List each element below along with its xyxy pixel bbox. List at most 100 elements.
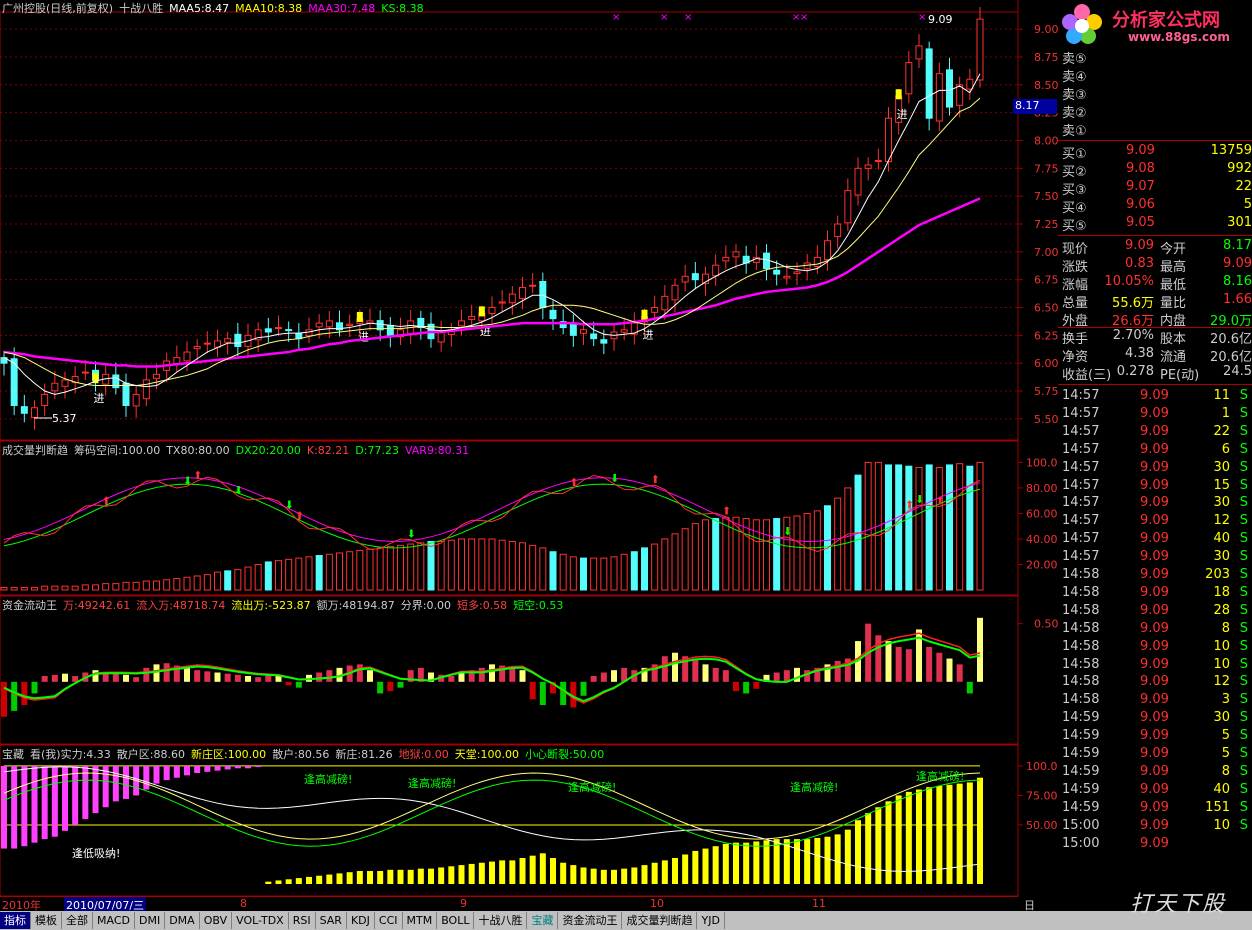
tick-side: S: [1239, 710, 1248, 726]
quote-row: 卖③: [1062, 84, 1252, 103]
dealer-bar: [550, 858, 556, 884]
quote-row: 14:59 9.09 40 S: [1062, 782, 1252, 800]
top-marker: ×: [918, 12, 926, 23]
buy-level-label: 买⑤: [1062, 219, 1087, 234]
tab-OBV[interactable]: OBV: [200, 912, 233, 929]
dealer-bar: [641, 865, 648, 884]
quote-value: 4.38: [1125, 346, 1154, 361]
tab-BOLL[interactable]: BOLL: [437, 912, 475, 929]
dealer-bar: [489, 861, 495, 884]
month-label: 8: [240, 897, 247, 910]
volume-bar-up: [956, 463, 964, 591]
y-tick-label: 40.00: [1026, 533, 1058, 546]
dealer-bar: [712, 846, 719, 884]
tab-VOL-TDX[interactable]: VOL-TDX: [232, 912, 289, 929]
signal-annotation: 逢高减磅!: [790, 780, 838, 794]
quote-row: 14:58 9.09 203 S: [1062, 567, 1252, 585]
tab-KDJ[interactable]: KDJ: [347, 912, 375, 929]
dealer-bar: [326, 874, 333, 884]
candle-down: [234, 333, 242, 347]
buy-signal-label: 进: [897, 108, 908, 121]
candle-down: [946, 69, 953, 108]
inflow-bar: [977, 617, 983, 682]
volume-bar-up: [346, 551, 354, 591]
tick-price: 9.09: [1140, 763, 1169, 779]
tab-成交量判断趋[interactable]: 成交量判断趋: [622, 912, 698, 929]
tick-time: 15:00: [1062, 835, 1100, 851]
y-tick-label: 20.00: [1026, 558, 1058, 571]
tab-DMI[interactable]: DMI: [135, 912, 166, 929]
buy-volume: 5: [1243, 197, 1252, 212]
tab-SAR[interactable]: SAR: [316, 912, 347, 929]
dealer-bar: [834, 834, 841, 884]
tab-十战八胜[interactable]: 十战八胜: [474, 912, 528, 929]
volume-bar-up: [244, 566, 252, 591]
volume-bar-up: [691, 523, 699, 591]
tab-YJD[interactable]: YJD: [697, 912, 725, 929]
tab-全部[interactable]: 全部: [62, 912, 93, 929]
inflow-bar: [204, 671, 211, 682]
y-tick-label: 7.50: [1034, 190, 1058, 203]
buy-volume: 301: [1227, 215, 1252, 230]
candle-up: [61, 379, 69, 387]
inflow-bar: [255, 677, 262, 682]
quote-row: 涨跌 0.83 最高 9.09: [1062, 256, 1252, 275]
volume-bar-up: [468, 538, 476, 591]
tab-资金流动王[interactable]: 资金流动王: [558, 912, 623, 929]
indicator-value: 小心断裂:50.00: [525, 748, 605, 761]
quote-row: 15:00 9.09 10 S: [1062, 818, 1252, 836]
tab-模板[interactable]: 模板: [31, 912, 62, 929]
candle-up: [31, 407, 38, 418]
volume-bar-up: [92, 584, 99, 591]
tab-RSI[interactable]: RSI: [289, 912, 316, 929]
outflow-bar: [539, 681, 546, 706]
inflow-bar: [224, 673, 231, 682]
tab-指标[interactable]: 指标: [0, 912, 31, 929]
tab-MACD[interactable]: MACD: [93, 912, 135, 929]
volume-bar-down: [264, 561, 272, 591]
tab-DMA[interactable]: DMA: [165, 912, 200, 929]
candle-up: [966, 78, 974, 90]
candle-up: [41, 393, 49, 407]
tick-price: 9.09: [1140, 835, 1169, 851]
quote-value: 0.83: [1125, 256, 1154, 271]
tick-side: S: [1239, 674, 1248, 690]
dealer-bar: [885, 801, 892, 884]
volume-bar-up: [478, 538, 486, 591]
buy-volume: 13759: [1210, 143, 1252, 158]
volume-bar-up: [407, 543, 415, 591]
tab-MTM[interactable]: MTM: [403, 912, 438, 929]
tick-side: S: [1239, 567, 1248, 582]
quote-value: 2.70%: [1112, 328, 1154, 343]
tick-side: S: [1239, 746, 1248, 761]
dealer-bar: [926, 787, 933, 884]
tab-宝藏[interactable]: 宝藏: [527, 912, 559, 929]
dealer-bar: [814, 837, 821, 884]
tick-volume: 1: [1221, 405, 1230, 421]
tick-side: S: [1239, 513, 1248, 529]
tick-price: 9.09: [1140, 656, 1169, 672]
volume-bar-up: [763, 519, 770, 591]
up-arrow-icon: ⬆: [722, 505, 731, 518]
tick-volume: 40: [1213, 781, 1230, 797]
k-line: [3, 474, 981, 553]
quote-row: 外盘 26.6万 内盘 29.0万: [1062, 310, 1252, 329]
candle-up: [732, 251, 740, 258]
y-tick-label: 5.50: [1034, 413, 1058, 426]
volume-bar-up: [112, 583, 120, 591]
tick-volume: 6: [1221, 441, 1230, 457]
volume-bar-up: [376, 547, 384, 591]
quote-row: 14:58 9.09 3 S: [1062, 692, 1252, 710]
dealer-bar: [621, 868, 628, 884]
signal-annotation: 逢高减磅!: [408, 776, 456, 790]
tab-CCI[interactable]: CCI: [375, 912, 403, 929]
indicator-value: 宝藏: [2, 748, 24, 761]
quote-row: 14:57 9.09 30 S: [1062, 460, 1252, 478]
tick-price: 9.09: [1140, 817, 1169, 833]
indicator-value: VAR9:80.31: [404, 444, 470, 457]
tick-price: 9.09: [1140, 441, 1169, 457]
volume-bar-up: [31, 586, 38, 591]
month-label: 11: [812, 897, 826, 910]
candle-up: [224, 338, 232, 343]
dealer-bar: [580, 867, 587, 884]
